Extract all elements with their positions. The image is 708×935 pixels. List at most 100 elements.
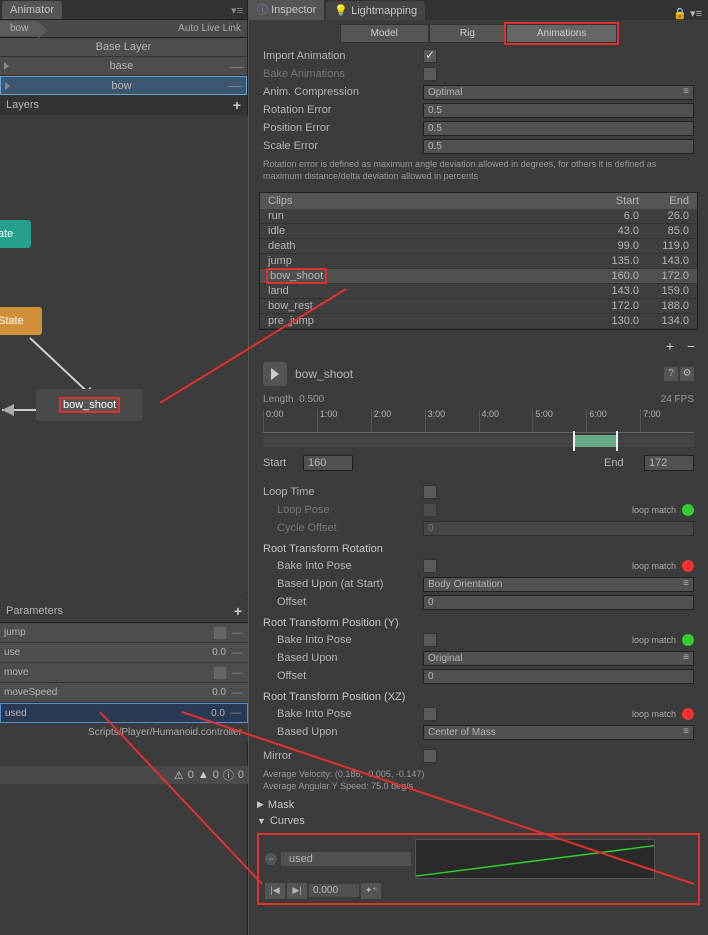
remove-clip-icon[interactable]: −	[682, 338, 700, 354]
param-row[interactable]: moveSpeed 0.0 —	[0, 683, 248, 703]
warning-icon[interactable]: ⚠	[174, 769, 184, 782]
auto-live-link[interactable]: Auto Live Link	[178, 23, 247, 34]
curve-preview[interactable]	[415, 839, 655, 879]
loop-time-checkbox[interactable]	[423, 485, 437, 499]
clip-row[interactable]: death99.0119.0	[260, 239, 697, 254]
state-node[interactable]: bow_shoot	[36, 389, 143, 421]
param-toggle-icon[interactable]: —	[230, 647, 244, 659]
timeline-tick: 3:00	[425, 409, 479, 432]
gear-icon[interactable]: ⚙	[680, 367, 694, 381]
inspector-tab[interactable]: ⓘ Inspector	[249, 0, 324, 20]
clip-row[interactable]: run6.026.0	[260, 209, 697, 224]
remove-curve-icon[interactable]: −	[265, 853, 277, 865]
clip-row[interactable]: pre_jump130.0134.0	[260, 314, 697, 329]
scrub-handle-start[interactable]	[573, 431, 575, 451]
curves-foldout[interactable]: ▼Curves	[249, 813, 708, 829]
param-toggle-icon[interactable]: —	[229, 707, 243, 719]
lightmapping-tab[interactable]: 💡 Lightmapping	[326, 1, 425, 20]
clip-row[interactable]: bow_rest172.0188.0	[260, 299, 697, 314]
layer-row[interactable]: bow —	[0, 76, 247, 95]
tab-model[interactable]: Model	[340, 24, 429, 43]
play-clip-button[interactable]	[263, 362, 287, 386]
state-node[interactable]: State	[0, 307, 42, 335]
param-row[interactable]: jump —	[0, 623, 248, 643]
prop-label: Mirror	[263, 750, 423, 762]
status-bar: ⚠0 ▲0 ⓘ0	[0, 766, 248, 784]
rtr-bake-row: Bake Into Pose loop match	[249, 557, 708, 575]
param-toggle-icon[interactable]: —	[230, 687, 244, 699]
rtpy-based-dropdown[interactable]: Original	[423, 651, 694, 666]
layer-toggle-icon[interactable]: —	[229, 78, 242, 93]
mask-foldout[interactable]: ▶Mask	[249, 797, 708, 813]
breadcrumb[interactable]: bow	[0, 21, 38, 36]
bake-animations-checkbox[interactable]	[423, 67, 437, 81]
loop-pose-row: Loop Pose loop match	[249, 501, 708, 519]
param-checkbox[interactable]	[214, 667, 226, 679]
anim-compression-dropdown[interactable]: Optimal	[423, 85, 694, 100]
prop-label: Bake Into Pose	[277, 708, 423, 720]
curve-time-field[interactable]: 0.000	[309, 884, 359, 897]
cycle-offset-field[interactable]: 0	[423, 521, 694, 536]
end-field[interactable]: 172	[644, 455, 694, 471]
popup-icon[interactable]: ▾≡	[227, 2, 247, 19]
clip-row[interactable]: bow_shoot160.0172.0	[260, 269, 697, 284]
param-name: use	[4, 647, 196, 658]
animator-tab[interactable]: Animator	[2, 1, 62, 19]
mirror-checkbox[interactable]	[423, 749, 437, 763]
rtr-bake-checkbox[interactable]	[423, 559, 437, 573]
param-row[interactable]: move —	[0, 663, 248, 683]
rotation-error-field[interactable]: 0.5	[423, 103, 694, 118]
error-icon[interactable]: ▲	[198, 769, 209, 781]
param-value[interactable]: 0.0	[195, 708, 225, 719]
play-arrow-icon	[4, 62, 9, 70]
rtpxz-based-dropdown[interactable]: Center of Mass	[423, 725, 694, 740]
param-checkbox[interactable]	[214, 627, 226, 639]
param-toggle-icon[interactable]: —	[230, 627, 244, 639]
avg-velocity: Average Velocity: (0.186, -0.005, -0.147…	[249, 765, 708, 781]
clip-name[interactable]: bow_shoot	[295, 367, 353, 381]
tab-rig[interactable]: Rig	[429, 24, 506, 43]
layer-toggle-icon[interactable]: —	[230, 59, 243, 74]
animator-tab-row: Animator ▾≡	[0, 0, 247, 20]
param-row[interactable]: use 0.0 —	[0, 643, 248, 663]
add-layer-icon[interactable]: +	[233, 97, 241, 113]
info-icon[interactable]: ⓘ	[223, 767, 234, 783]
state-node[interactable]: ate	[0, 220, 31, 248]
import-animation-checkbox[interactable]	[423, 49, 437, 63]
layer-row[interactable]: Base Layer	[0, 38, 247, 57]
rtpxz-bake-checkbox[interactable]	[423, 707, 437, 721]
add-clip-icon[interactable]: +	[661, 338, 679, 354]
start-label: Start	[263, 457, 303, 469]
rtpxz-bake-row: Bake Into Pose loop match	[249, 705, 708, 723]
param-name: used	[5, 708, 195, 719]
start-field[interactable]: 160	[303, 455, 353, 471]
param-value[interactable]: 0.0	[196, 647, 226, 658]
clip-row[interactable]: land143.0159.0	[260, 284, 697, 299]
clip-range[interactable]	[573, 435, 616, 447]
next-key-button[interactable]: ▶|	[287, 883, 307, 899]
help-icon[interactable]: ?	[664, 367, 678, 381]
layer-row[interactable]: base —	[0, 57, 247, 76]
scale-error-field[interactable]: 0.5	[423, 139, 694, 154]
clip-row[interactable]: jump135.0143.0	[260, 254, 697, 269]
lock-icon[interactable]: 🔒 ▾≡	[673, 7, 708, 20]
add-parameter-icon[interactable]: +	[234, 603, 242, 619]
clip-row[interactable]: idle43.085.0	[260, 224, 697, 239]
param-toggle-icon[interactable]: —	[230, 667, 244, 679]
prev-key-button[interactable]: |◀	[265, 883, 285, 899]
add-key-button[interactable]: ✦⁺	[361, 883, 381, 899]
rtr-offset-field[interactable]: 0	[423, 595, 694, 610]
position-error-field[interactable]: 0.5	[423, 121, 694, 136]
tab-animations[interactable]: Animations	[506, 24, 617, 43]
timeline-ruler[interactable]: 0:001:002:003:004:005:006:007:00	[263, 409, 694, 433]
timeline-scrubber[interactable]	[263, 435, 694, 447]
rtpy-offset-field[interactable]: 0	[423, 669, 694, 684]
loop-pose-checkbox[interactable]	[423, 503, 437, 517]
rtpy-bake-checkbox[interactable]	[423, 633, 437, 647]
param-row[interactable]: used 0.0 —	[0, 703, 248, 723]
rtr-based-dropdown[interactable]: Body Orientation	[423, 577, 694, 592]
state-graph[interactable]: ate State bow_shoot	[0, 116, 248, 599]
param-value[interactable]: 0.0	[196, 687, 226, 698]
curve-param-name[interactable]: used	[281, 852, 411, 866]
scrub-handle-end[interactable]	[616, 431, 618, 451]
